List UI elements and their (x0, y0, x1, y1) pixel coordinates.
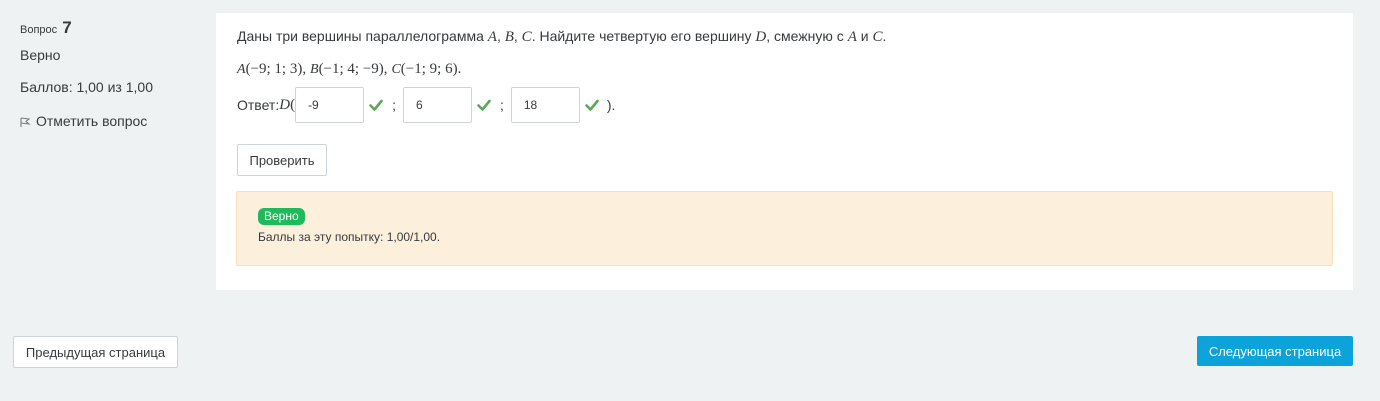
question-number: Вопрос 7 (20, 18, 72, 38)
question-grade: Баллов: 1,00 из 1,00 (20, 79, 153, 95)
question-text-part: , смежную с (766, 28, 848, 44)
vertex-a: A (847, 29, 857, 45)
answer-input-z[interactable]: 18 (510, 87, 580, 123)
vertex-c: C (521, 29, 532, 45)
feedback-box: Верно Баллы за эту попытку: 1,00/1,00. (236, 191, 1333, 266)
correct-badge: Верно (258, 208, 305, 225)
answer-row: Ответ: D ( -9 ; 6 ; 18 ). (237, 87, 615, 123)
answer-point: D (279, 96, 291, 113)
question-text-part: . Найдите четвертую его вершину (531, 28, 756, 44)
feedback-score: Баллы за эту попытку: 1,00/1,00. (258, 230, 441, 244)
answer-separator: ; (499, 97, 504, 113)
vertex-c: C (872, 29, 883, 45)
correct-check-icon (477, 99, 491, 111)
answer-input-y[interactable]: 6 (402, 87, 472, 123)
point-c-name: C (391, 62, 401, 77)
question-info-panel: Вопрос 7 Верно Баллов: 1,00 из 1,00 Отме… (0, 0, 216, 300)
vertex-b: B (504, 29, 514, 45)
question-text-part: , (496, 28, 505, 44)
question-text-part: и (856, 28, 873, 44)
point-b-coords: (−1; 4; −9), (318, 61, 388, 77)
answer-input-x[interactable]: -9 (295, 87, 365, 123)
given-points: A(−9; 1; 3), B(−1; 4; −9), C(−1; 9; 6). (237, 60, 461, 78)
question-text: Даны три вершины параллелограмма A, B, C… (237, 28, 886, 45)
question-text-part: Даны три вершины параллелограмма (237, 28, 488, 44)
point-c-coords: (−1; 9; 6). (400, 61, 462, 77)
point-a-coords: (−9; 1; 3), (245, 61, 307, 77)
next-page-button[interactable]: Следующая страница (1197, 336, 1353, 366)
flag-question-link[interactable]: Отметить вопрос (20, 111, 147, 131)
correct-check-icon (369, 99, 383, 111)
question-number-value: 7 (62, 18, 72, 37)
question-state: Верно (20, 47, 61, 63)
check-button[interactable]: Проверить (237, 144, 327, 176)
point-b-name: B (310, 62, 319, 77)
answer-prefix: Ответ: (237, 97, 280, 113)
question-label: Вопрос (20, 24, 58, 36)
answer-separator: ; (392, 97, 396, 113)
answer-close-paren: ). (606, 97, 616, 113)
question-text-part: , (513, 28, 522, 44)
flag-icon (20, 111, 31, 131)
correct-check-icon (585, 99, 599, 111)
point-a-name: A (237, 62, 246, 77)
vertex-a: A (487, 29, 497, 45)
question-content: Даны три вершины параллелограмма A, B, C… (216, 13, 1353, 290)
vertex-d: D (755, 29, 767, 45)
flag-question-label: Отметить вопрос (36, 113, 148, 129)
question-text-part: . (882, 28, 887, 44)
previous-page-button[interactable]: Предыдущая страница (13, 336, 178, 368)
